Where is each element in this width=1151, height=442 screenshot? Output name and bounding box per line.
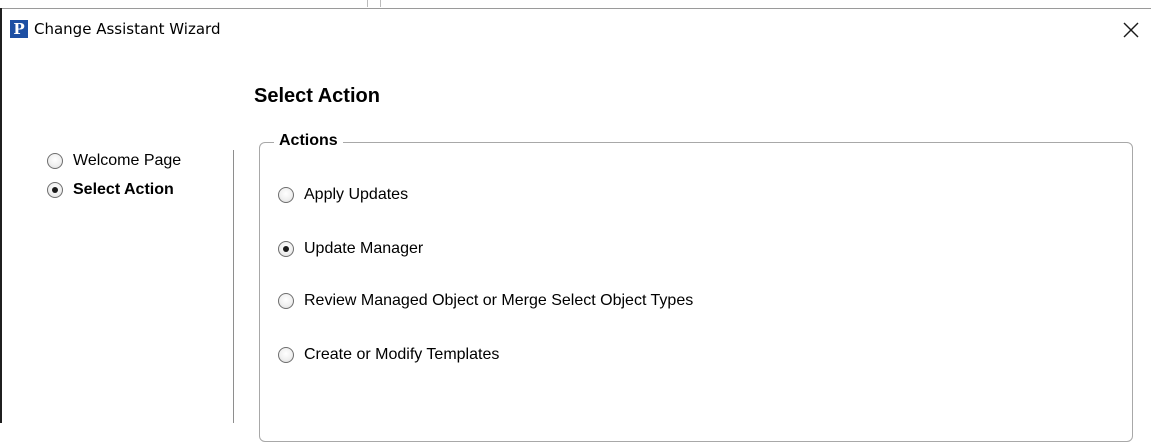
page-title: Select Action	[254, 85, 380, 107]
resize-grip[interactable]	[367, 0, 381, 7]
radio-icon[interactable]	[278, 293, 294, 309]
option-label: Apply Updates	[304, 186, 409, 203]
nav-divider	[233, 150, 234, 423]
option-create-modify-templates[interactable]: Create or Modify Templates	[278, 344, 499, 366]
option-label: Update Manager	[304, 240, 424, 257]
option-label: Create or Modify Templates	[304, 346, 500, 363]
option-apply-updates[interactable]: Apply Updates	[278, 184, 408, 206]
step-welcome-page[interactable]: Welcome Page	[47, 150, 181, 172]
step-label: Welcome Page	[73, 152, 182, 169]
option-label: Review Managed Object or Merge Select Ob…	[304, 292, 694, 309]
wizard-window: P Change Assistant Wizard Select Action …	[0, 0, 1151, 442]
close-button[interactable]	[1116, 15, 1146, 45]
step-label: Select Action	[73, 181, 174, 198]
radio-icon[interactable]	[278, 347, 294, 363]
radio-selected-icon[interactable]	[278, 241, 294, 257]
window-frame-left	[0, 8, 2, 423]
close-icon	[1123, 22, 1139, 38]
radio-icon[interactable]	[278, 187, 294, 203]
actions-group-legend: Actions	[274, 132, 343, 150]
option-update-manager[interactable]: Update Manager	[278, 238, 423, 260]
window-title: Change Assistant Wizard	[34, 20, 221, 38]
option-review-managed-object[interactable]: Review Managed Object or Merge Select Ob…	[278, 290, 693, 312]
radio-selected-icon[interactable]	[47, 182, 63, 198]
app-logo-icon: P	[10, 20, 28, 38]
radio-icon[interactable]	[47, 153, 63, 169]
step-select-action[interactable]: Select Action	[47, 179, 174, 201]
